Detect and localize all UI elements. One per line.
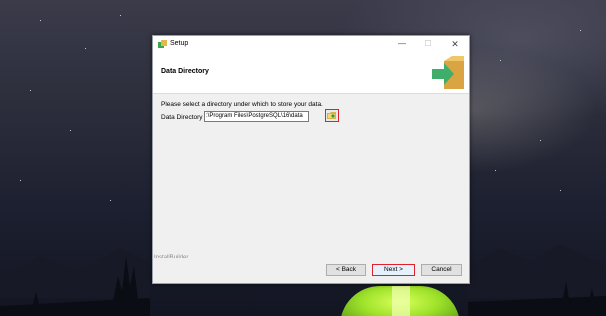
page-header: Data Directory xyxy=(153,53,469,94)
browse-folder-button[interactable] xyxy=(325,109,339,122)
button-bar: < Back Next > Cancel xyxy=(153,258,469,283)
page-title: Data Directory xyxy=(161,68,209,75)
instruction-text: Please select a directory under which to… xyxy=(161,101,323,108)
data-directory-input[interactable]: :\Program Files\PostgreSQL\16\data xyxy=(204,111,309,122)
setup-window: Setup — ☐ ✕ Data Directory Please select… xyxy=(152,35,470,284)
back-button[interactable]: < Back xyxy=(326,264,366,276)
box-arrow-icon xyxy=(432,56,464,89)
tent-stripe xyxy=(392,286,410,316)
next-button[interactable]: Next > xyxy=(372,264,415,276)
minimize-button[interactable]: — xyxy=(391,37,413,51)
setup-app-icon xyxy=(158,40,167,48)
window-title: Setup xyxy=(170,40,189,47)
folder-browse-icon xyxy=(327,112,336,119)
maximize-button[interactable]: ☐ xyxy=(417,37,439,51)
data-directory-label: Data Directory xyxy=(161,114,203,121)
cancel-button[interactable]: Cancel xyxy=(421,264,462,276)
title-bar[interactable]: Setup — ☐ ✕ xyxy=(153,36,469,53)
close-button[interactable]: ✕ xyxy=(444,37,466,51)
content-panel: Please select a directory under which to… xyxy=(153,94,469,261)
